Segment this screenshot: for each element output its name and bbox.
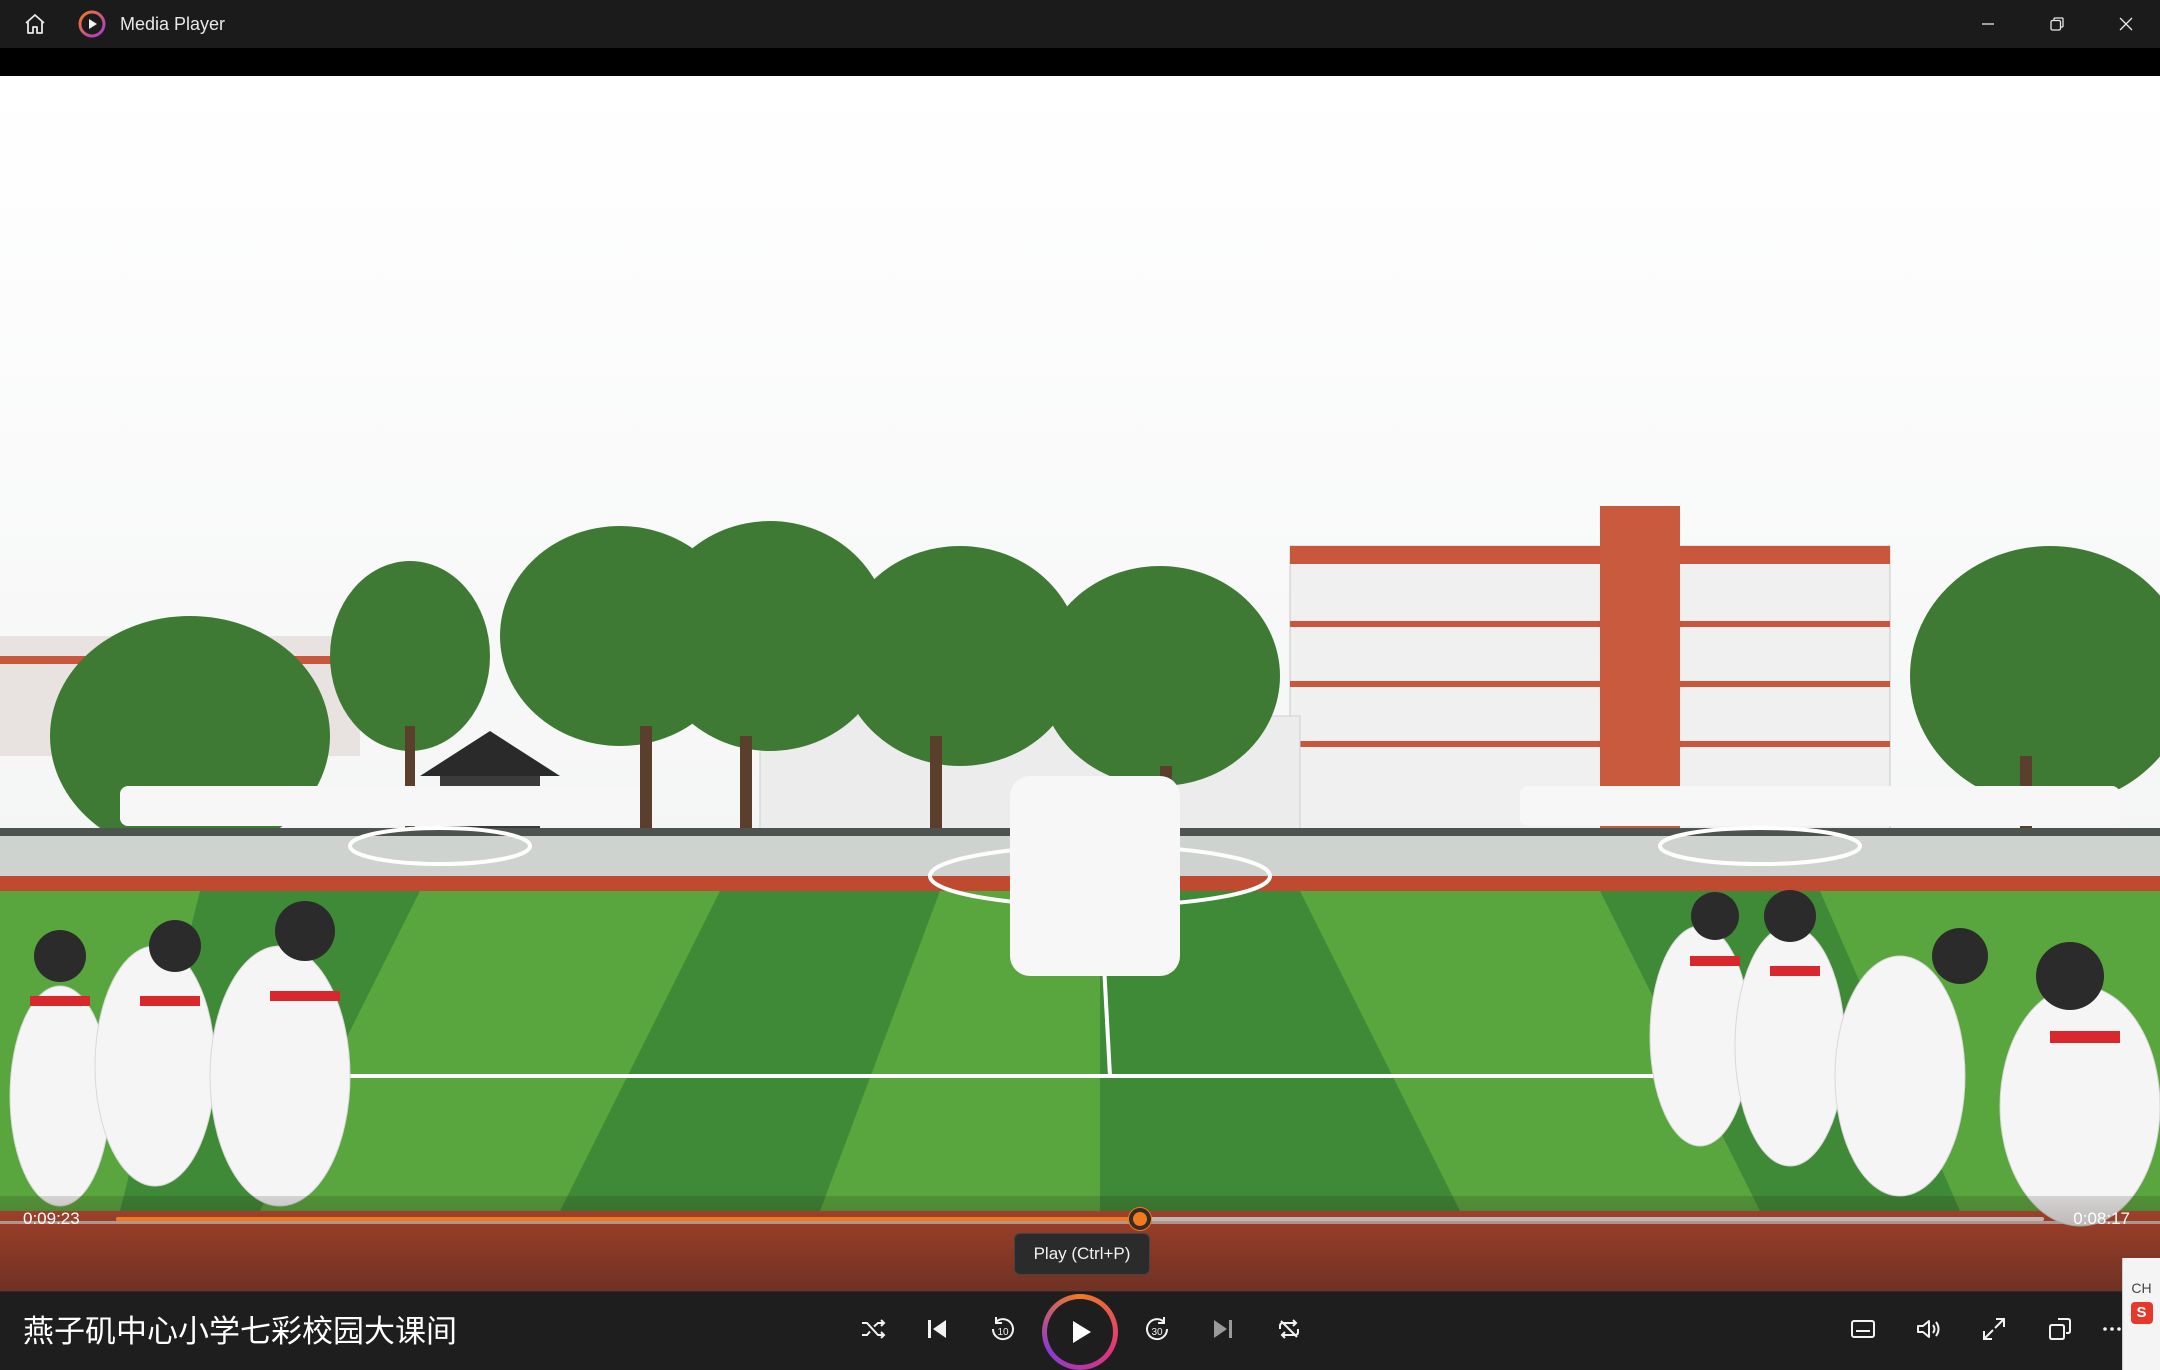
repeat-icon <box>1279 1319 1299 1339</box>
svg-text:30: 30 <box>1151 1327 1163 1338</box>
more-button[interactable] <box>2100 1304 2124 1354</box>
seek-bar[interactable] <box>116 1208 2044 1230</box>
ime-indicator[interactable]: CH S <box>2122 1258 2160 1370</box>
more-icon <box>2103 1327 2121 1331</box>
video-frame <box>0 76 2160 1291</box>
captions-icon <box>1851 1320 1875 1338</box>
rewind-10-button[interactable]: 10 <box>978 1304 1028 1354</box>
home-icon <box>25 14 45 34</box>
title-bar: Media Player <box>0 0 2160 48</box>
fullscreen-icon <box>1983 1318 2005 1340</box>
media-player-icon <box>78 10 106 38</box>
next-button[interactable] <box>1198 1304 1248 1354</box>
seek-bar-thumb[interactable] <box>1128 1208 1151 1230</box>
fullscreen-button[interactable] <box>1969 1304 2019 1354</box>
restore-icon <box>2049 17 2064 31</box>
captions-button[interactable] <box>1838 1304 1888 1354</box>
restore-button[interactable] <box>2022 0 2091 48</box>
mini-player-icon <box>2049 1318 2071 1340</box>
shuffle-button[interactable] <box>848 1304 898 1354</box>
svg-text:10: 10 <box>997 1327 1009 1338</box>
volume-button[interactable] <box>1903 1304 1953 1354</box>
play-tooltip: Play (Ctrl+P) <box>1014 1233 1150 1275</box>
shuffle-icon <box>862 1319 886 1339</box>
video-surface[interactable] <box>0 76 2160 1291</box>
transport-bar: 燕子矶中心小学七彩校园大课间 10 30 <box>0 1291 2160 1370</box>
remaining-time: 0:08:17 <box>2073 1209 2130 1228</box>
minimize-button[interactable] <box>1953 0 2022 48</box>
forward-30-button[interactable]: 30 <box>1132 1304 1182 1354</box>
play-button[interactable] <box>1042 1294 1118 1370</box>
window-title: Media Player <box>120 13 226 34</box>
rewind-10-icon: 10 <box>991 1317 1014 1341</box>
ime-language-label: CH <box>2131 1280 2152 1296</box>
volume-icon <box>1917 1320 1940 1338</box>
repeat-button[interactable] <box>1264 1304 1314 1354</box>
home-button[interactable] <box>0 0 70 48</box>
forward-30-icon: 30 <box>1146 1317 1169 1341</box>
close-icon <box>2119 17 2132 31</box>
previous-icon <box>928 1320 946 1338</box>
close-button[interactable] <box>2091 0 2160 48</box>
mini-player-button[interactable] <box>2035 1304 2085 1354</box>
ime-logo-icon: S <box>2130 1302 2153 1324</box>
minimize-icon <box>1981 23 1994 25</box>
media-title: 燕子矶中心小学七彩校园大课间 <box>23 1314 457 1350</box>
previous-button[interactable] <box>912 1304 962 1354</box>
play-icon <box>1073 1321 1091 1343</box>
app-logo <box>70 0 114 48</box>
elapsed-time: 0:09:23 <box>23 1209 80 1228</box>
next-icon <box>1214 1320 1232 1338</box>
letterbox-top <box>0 48 2160 76</box>
seek-bar-progress <box>116 1217 1140 1221</box>
